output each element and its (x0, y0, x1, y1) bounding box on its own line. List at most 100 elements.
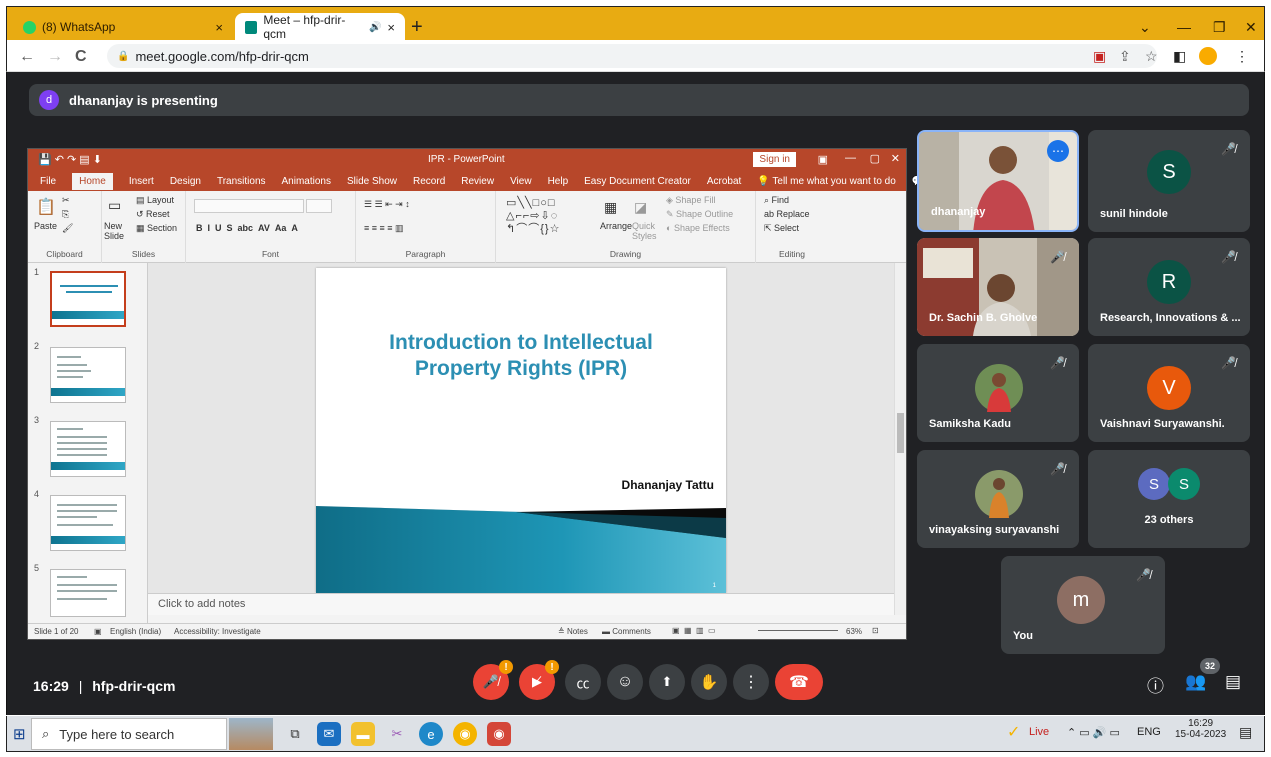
select-button[interactable]: ⇱ Select (764, 223, 799, 234)
clock[interactable]: 16:29 15-04-2023 (1175, 718, 1226, 740)
slide-thumbnail-2[interactable] (50, 347, 126, 403)
more-menu-icon[interactable]: ⋮ (1235, 48, 1249, 65)
chrome-profile-icon[interactable]: ◉ (487, 722, 511, 746)
font-format-buttons[interactable]: B I U S abc AV Aa A (196, 223, 298, 233)
copy-icon[interactable]: ⎘ (62, 209, 69, 220)
address-bar[interactable]: 🔒 meet.google.com/hfp-drir-qcm (107, 44, 1157, 68)
tell-me-search[interactable]: 💡 Tell me what you want to do (757, 176, 895, 187)
ribbon-tab-transitions[interactable]: Transitions (217, 176, 266, 187)
close-tab-icon[interactable]: × (387, 20, 395, 35)
ribbon-tab-record[interactable]: Record (413, 176, 445, 187)
live-icon[interactable]: ✓ (1007, 722, 1020, 742)
language-status[interactable]: English (India) (110, 627, 161, 636)
sign-in-button[interactable]: Sign in (753, 152, 796, 167)
notes-pane[interactable]: Click to add notes (148, 593, 894, 615)
ribbon-tab-slide-show[interactable]: Slide Show (347, 176, 397, 187)
restore-icon[interactable]: ❐ (1213, 19, 1226, 36)
ribbon-tab-animations[interactable]: Animations (282, 176, 331, 187)
tab-search-icon[interactable]: ⌄ (1139, 19, 1151, 36)
audio-icon[interactable]: 🔊 (369, 22, 381, 33)
reset-button[interactable]: ↺ Reset (136, 209, 170, 220)
fit-slide-icon[interactable]: ⊡ (872, 626, 879, 635)
participant-tile-vinayaksing[interactable]: 🎤̸ vinayaksing suryavanshi (917, 450, 1079, 548)
current-slide[interactable]: Introduction to Intellectual Property Ri… (316, 268, 726, 593)
more-options-button[interactable]: ⋮ (733, 664, 769, 700)
reload-icon[interactable]: C (75, 48, 87, 66)
layout-button[interactable]: ▤ Layout (136, 195, 174, 206)
notes-toggle[interactable]: ≜ Notes (558, 627, 588, 636)
zoom-level[interactable]: 63% (846, 627, 862, 636)
ribbon-tab-review[interactable]: Review (461, 176, 494, 187)
camera-off-button[interactable]: ▶̸ ! (519, 660, 559, 700)
ribbon-tab-easy-document-creator[interactable]: Easy Document Creator (584, 176, 691, 187)
find-button[interactable]: ⌕ Find (764, 195, 789, 206)
new-slide-icon[interactable]: ▭ (108, 197, 121, 214)
input-language[interactable]: ENG (1137, 726, 1161, 738)
ribbon-tab-home[interactable]: Home (72, 172, 113, 190)
forward-icon[interactable]: → (47, 48, 63, 66)
comments-toggle[interactable]: ▬ Comments (602, 627, 651, 636)
accessibility-status[interactable]: Accessibility: Investigate (174, 627, 261, 636)
side-panel-icon[interactable]: ◧ (1173, 48, 1186, 65)
shape-effects-button[interactable]: ◐ Shape Effects (666, 223, 730, 233)
ribbon-tab-file[interactable]: File (40, 176, 56, 187)
close-window-icon[interactable]: ✕ (1245, 19, 1257, 36)
camera-blocked-icon[interactable]: ▣ (1093, 48, 1106, 65)
participant-tile-research[interactable]: 🎤̸ R Research, Innovations & ... (1088, 238, 1250, 336)
leave-call-button[interactable]: ☎ (775, 664, 823, 700)
close-tab-icon[interactable]: × (215, 20, 223, 35)
file-explorer-icon[interactable]: ▬ (351, 722, 375, 746)
paste-label[interactable]: Paste (34, 221, 57, 231)
more-options-icon[interactable]: ⋯ (1047, 140, 1069, 162)
live-label[interactable]: Live (1029, 726, 1049, 738)
snipping-tool-icon[interactable]: ✂ (385, 722, 409, 746)
font-name-select[interactable] (194, 199, 304, 213)
section-button[interactable]: ▦ Section (136, 223, 177, 234)
chrome-browser-icon[interactable]: ◉ (453, 722, 477, 746)
participant-tile-samiksha[interactable]: 🎤̸ Samiksha Kadu (917, 344, 1079, 442)
format-painter-icon[interactable]: 🖌 (62, 223, 73, 234)
quick-styles-label[interactable]: Quick Styles (632, 221, 662, 241)
participant-tile-others[interactable]: S S 23 others (1088, 450, 1250, 548)
new-tab-button[interactable]: + (411, 17, 423, 37)
font-size-select[interactable] (306, 199, 332, 213)
ribbon-tab-acrobat[interactable]: Acrobat (707, 176, 741, 187)
paste-icon[interactable]: 📋 (36, 197, 56, 217)
align-buttons[interactable]: ≡ ≡ ≡ ≡ ▥ (364, 223, 404, 234)
chat-icon[interactable]: ▤ (1225, 672, 1241, 692)
participant-tile-vaishnavi[interactable]: 🎤̸ V Vaishnavi Suryawanshi. (1088, 344, 1250, 442)
tab-meet[interactable]: Meet – hfp-drir-qcm 🔊 × (235, 13, 405, 41)
slide-vertical-scrollbar[interactable] (894, 263, 906, 615)
ribbon-display-icon[interactable]: ▣ (818, 153, 828, 166)
scroll-thumb[interactable] (897, 413, 904, 453)
shape-outline-button[interactable]: ✎ Shape Outline (666, 209, 733, 220)
tab-whatsapp[interactable]: (8) WhatsApp × (13, 13, 233, 41)
mail-icon[interactable]: ✉ (317, 722, 341, 746)
participant-tile-sunil[interactable]: 🎤̸ S sunil hindole (1088, 130, 1250, 232)
slide-thumbnail-3[interactable] (50, 421, 126, 477)
shapes-gallery[interactable]: ▭╲╲□○□ △⌐⌐⇨⇩◌ ↰⌒⌒{}☆ (506, 197, 560, 236)
microphone-off-button[interactable]: 🎤̸ ! (473, 660, 513, 700)
people-icon[interactable]: 👥 (1185, 672, 1206, 692)
share-icon[interactable]: ⇪ (1119, 48, 1131, 65)
back-icon[interactable]: ← (19, 48, 35, 66)
edge-browser-icon[interactable]: e (419, 722, 443, 746)
windows-start-icon[interactable]: ⊞ (13, 725, 26, 743)
view-buttons[interactable]: ▣ ▦ ▥ ▭ (672, 626, 716, 635)
captions-button[interactable]: ㏄ (565, 664, 601, 700)
raise-hand-button[interactable]: ✋ (691, 664, 727, 700)
replace-button[interactable]: ab Replace (764, 209, 810, 219)
slide-thumbnail-5[interactable] (50, 569, 126, 617)
bookmark-star-icon[interactable]: ☆ (1145, 48, 1158, 65)
quick-access-toolbar[interactable]: 💾 ↶ ↷ ▤ ⬇ (38, 153, 102, 166)
shape-fill-button[interactable]: ◈ Shape Fill (666, 195, 715, 206)
participant-tile-dhananjay[interactable]: ⋯ dhananjay (917, 130, 1079, 232)
task-view-icon[interactable]: ⧉ (283, 722, 307, 746)
quick-styles-icon[interactable]: ◪ (634, 199, 647, 216)
ppt-minimize-icon[interactable]: — (845, 152, 856, 164)
list-buttons[interactable]: ☰ ☰ ⇤ ⇥ ↕ (364, 199, 410, 210)
ppt-restore-icon[interactable]: ▢ (870, 152, 880, 165)
ppt-close-icon[interactable]: ✕ (891, 152, 900, 165)
slide-thumbnail-1[interactable] (50, 271, 126, 327)
ribbon-tab-help[interactable]: Help (548, 176, 569, 187)
